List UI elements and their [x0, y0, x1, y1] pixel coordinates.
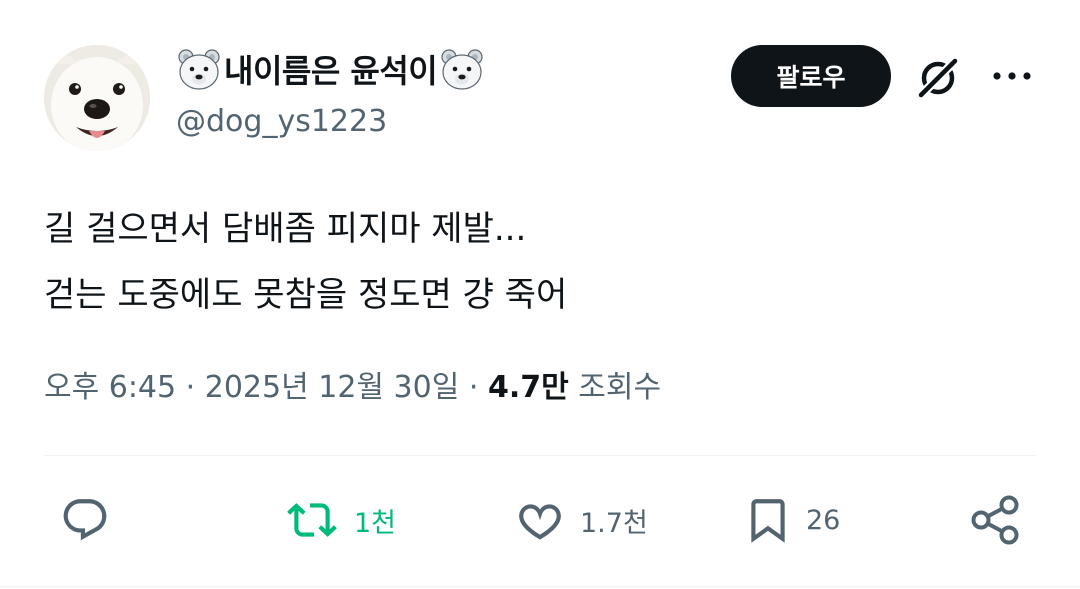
display-name: 내이름은 윤석이	[224, 52, 438, 90]
dog-avatar-image	[44, 45, 150, 151]
share-button[interactable]	[968, 495, 1022, 545]
like-count: 1.7천	[580, 507, 648, 539]
views-label: 조회수	[578, 370, 662, 405]
polar-bear-emoji-icon	[178, 49, 220, 90]
user-handle[interactable]: @dog_ys1223	[176, 104, 387, 139]
views-count[interactable]: 4.7만	[488, 370, 569, 405]
like-button[interactable]: 1.7천	[512, 495, 648, 545]
divider	[0, 586, 1080, 587]
grok-icon[interactable]	[913, 53, 963, 103]
display-name-row[interactable]: 내이름은 윤석이	[176, 46, 485, 92]
bookmark-count: 26	[806, 504, 841, 536]
retweet-count: 1천	[354, 507, 397, 539]
tweet-date[interactable]: 2025년 12월 30일	[205, 370, 460, 405]
tweet-time[interactable]: 오후 6:45	[44, 370, 176, 405]
reply-button[interactable]	[58, 495, 112, 545]
tweet-text: 길 걸으면서 담배좀 피지마 제발... 걷는 도중에도 못참을 정도면 걍 죽…	[44, 196, 567, 328]
follow-button[interactable]: 팔로우	[731, 45, 891, 107]
meta-separator: ·	[185, 370, 196, 405]
retweet-button[interactable]: 1천	[282, 495, 396, 545]
meta-separator: ·	[468, 370, 479, 405]
retweet-icon	[287, 503, 337, 537]
tweet-text-line: 길 걸으면서 담배좀 피지마 제발...	[44, 209, 527, 249]
bookmark-button[interactable]: 26	[742, 495, 840, 545]
more-options-icon[interactable]	[990, 64, 1034, 88]
polar-bear-emoji-icon	[441, 49, 483, 90]
heart-icon	[519, 504, 561, 540]
avatar[interactable]	[44, 45, 150, 151]
divider	[44, 455, 1036, 456]
tweet-text-line: 걷는 도중에도 못참을 정도면 걍 죽어	[44, 275, 568, 315]
bookmark-icon	[751, 499, 785, 543]
share-icon	[971, 495, 1019, 545]
reply-icon	[63, 499, 107, 541]
tweet-meta: 오후 6:45 · 2025년 12월 30일 · 4.7만 조회수	[44, 362, 661, 406]
